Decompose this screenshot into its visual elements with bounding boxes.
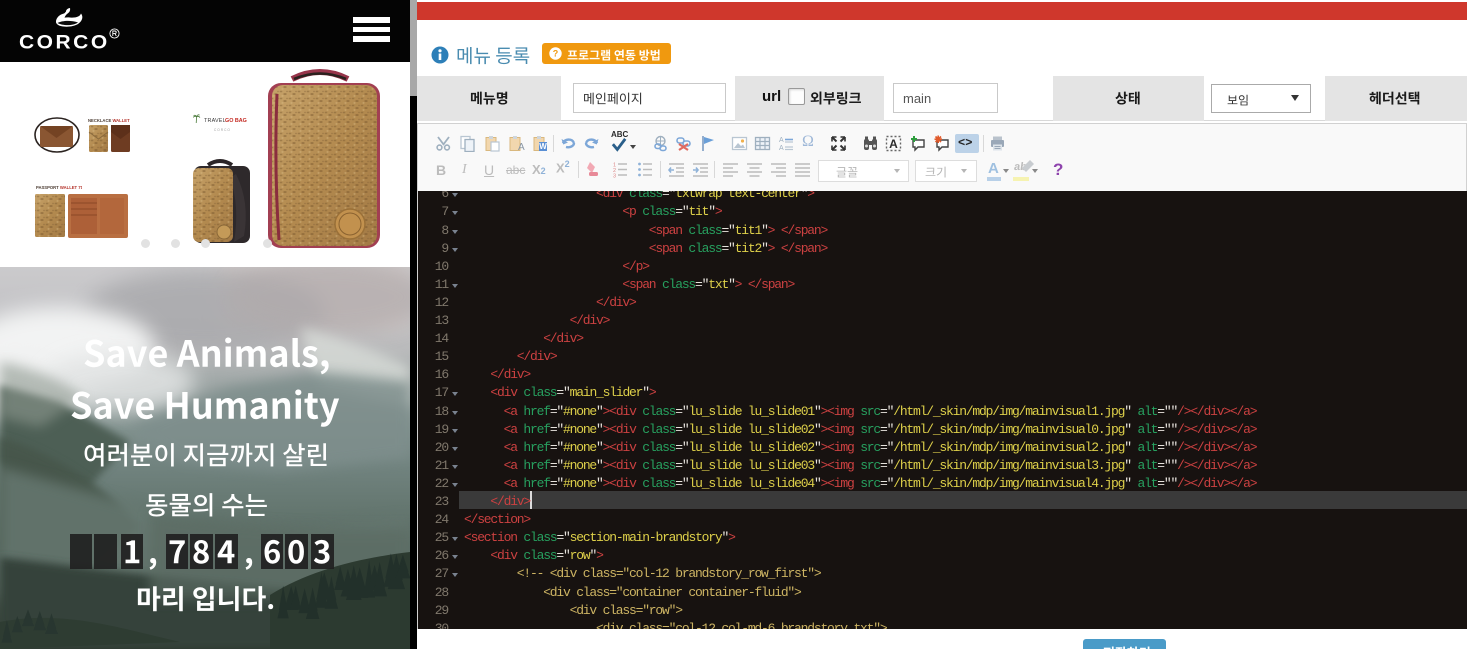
svg-text:A: A — [889, 137, 898, 151]
svg-text:NECKLACE WALLET: NECKLACE WALLET — [88, 118, 130, 123]
svg-text:GO BAG: GO BAG — [225, 118, 247, 124]
svg-text:A: A — [779, 137, 784, 144]
svg-text:A: A — [779, 145, 784, 152]
svg-text:3: 3 — [613, 174, 616, 179]
svg-text:?: ? — [553, 49, 559, 59]
svg-text:TRAVEL: TRAVEL — [204, 118, 226, 124]
svg-text:A: A — [518, 142, 525, 152]
svg-text:CORCO: CORCO — [214, 128, 231, 132]
svg-text:PASSPORT WALLET 7t: PASSPORT WALLET 7t — [36, 185, 83, 190]
svg-text:W: W — [539, 142, 547, 151]
